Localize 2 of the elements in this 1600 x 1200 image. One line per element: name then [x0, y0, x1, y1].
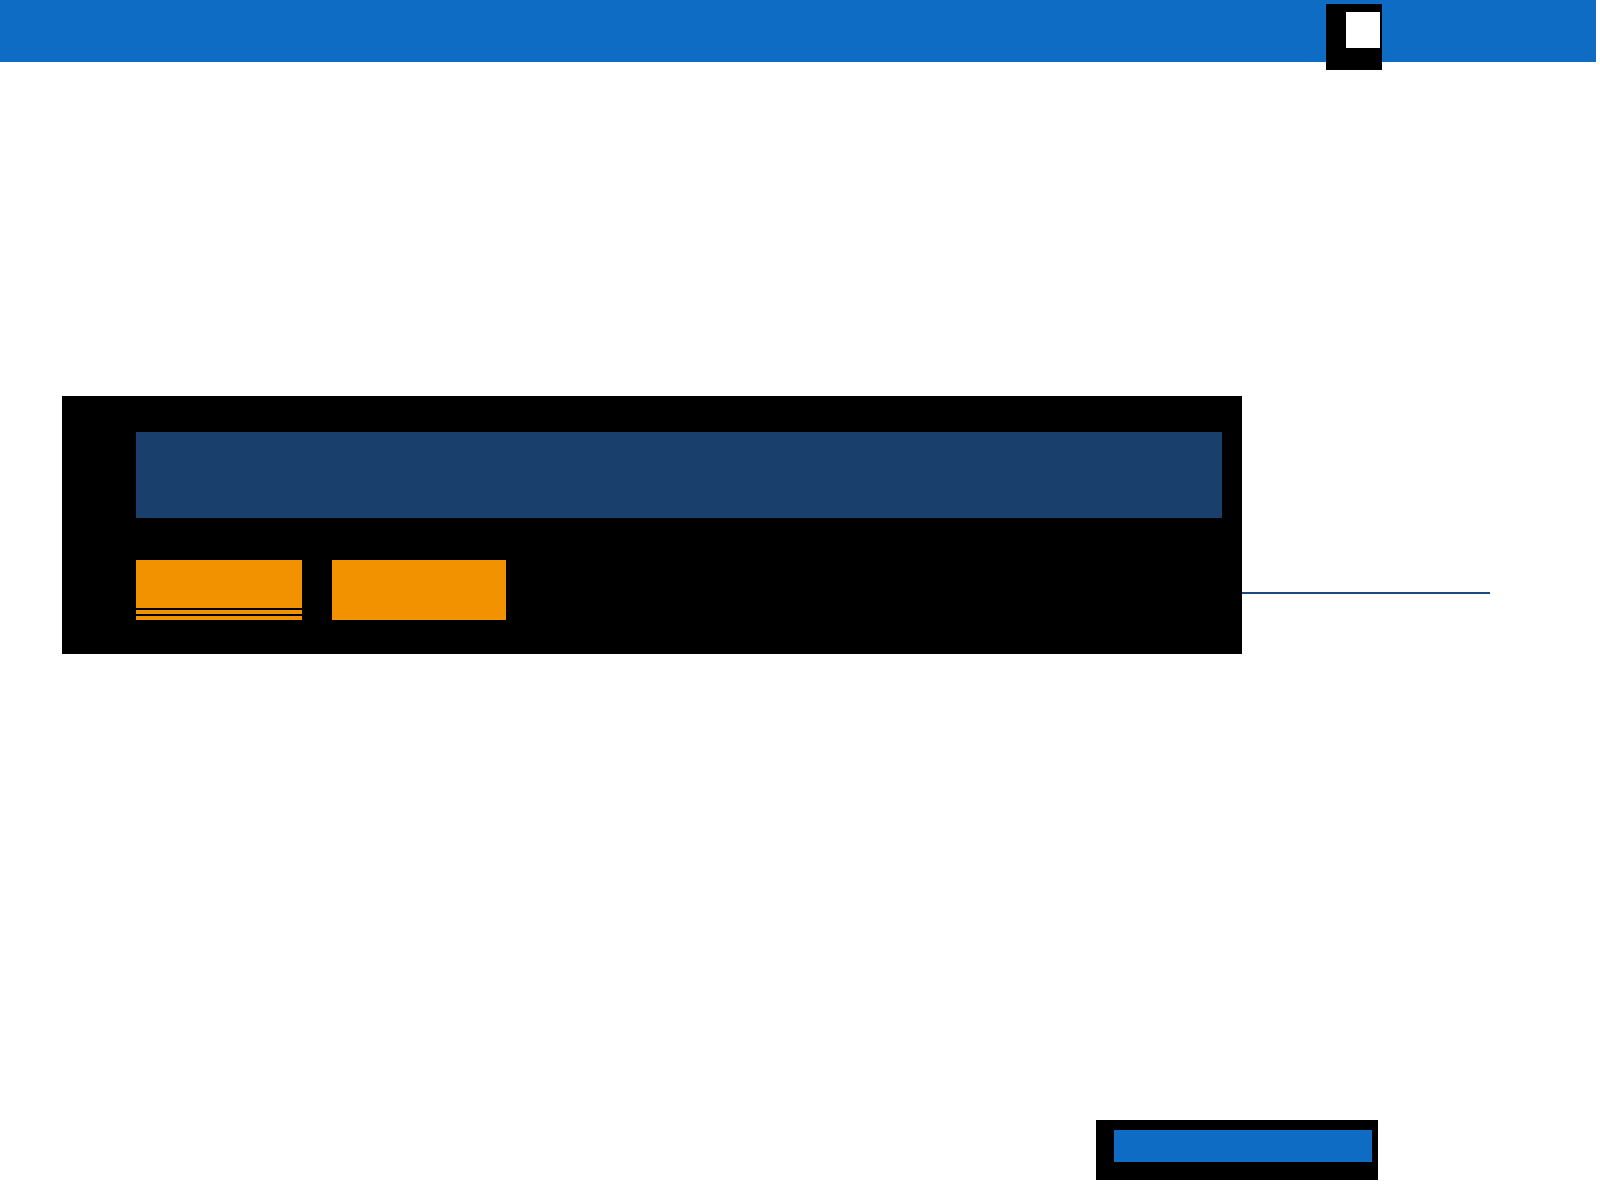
- tab[interactable]: [136, 560, 302, 620]
- square-icon[interactable]: [1326, 4, 1382, 70]
